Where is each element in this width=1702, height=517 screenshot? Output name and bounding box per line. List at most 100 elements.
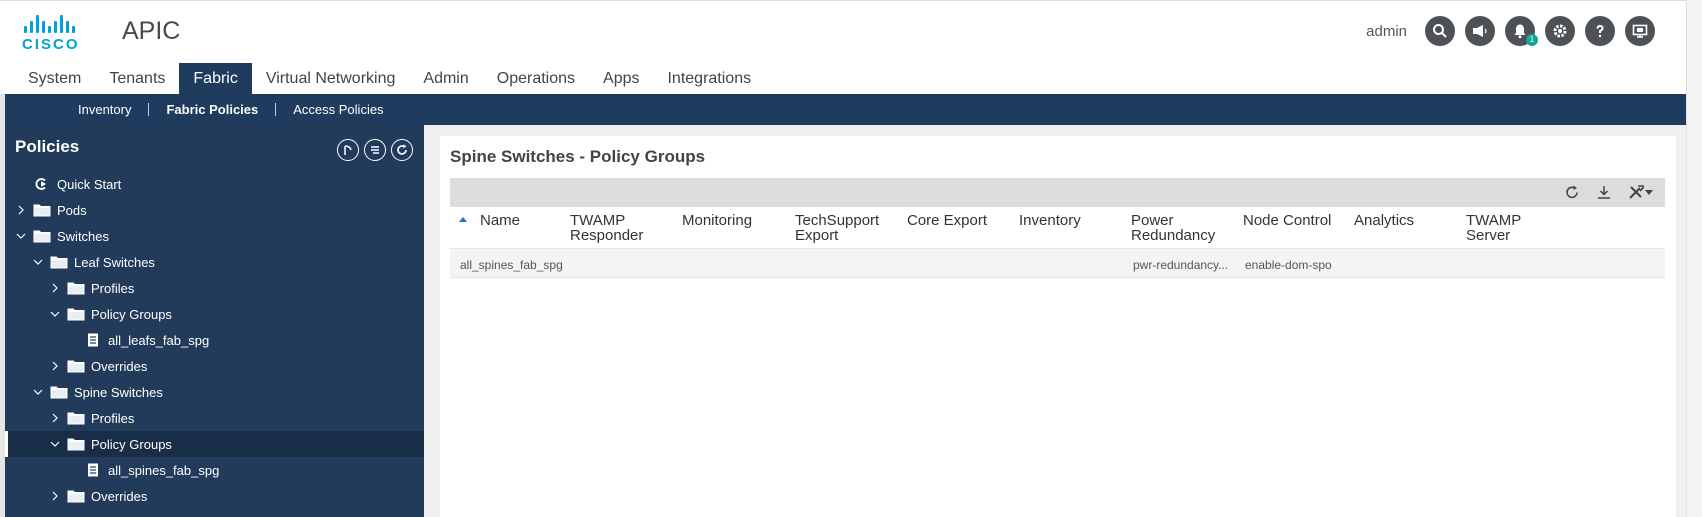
tree-item-all-spines-fab-spg[interactable]: all_spines_fab_spg bbox=[5, 457, 424, 483]
chevron-right-icon[interactable] bbox=[49, 490, 61, 502]
tree-item-switches[interactable]: Switches bbox=[5, 223, 424, 249]
tree-item-profiles[interactable]: Profiles bbox=[5, 275, 424, 301]
tab-apps[interactable]: Apps bbox=[589, 63, 653, 94]
alerts-button[interactable] bbox=[1465, 16, 1495, 46]
help-button[interactable] bbox=[1585, 16, 1615, 46]
sub-nav-fabric-policies[interactable]: Fabric Policies bbox=[158, 102, 266, 117]
tree-item-label: Overrides bbox=[91, 488, 148, 504]
tree-item-label: Policy Groups bbox=[91, 436, 172, 452]
column-header-analytics[interactable]: Analytics bbox=[1354, 213, 1414, 228]
refresh-table-button[interactable] bbox=[1563, 184, 1581, 200]
settings-button[interactable] bbox=[1545, 16, 1575, 46]
table-row[interactable]: all_spines_fab_spg pwr-redundancy... enabl… bbox=[450, 248, 1665, 278]
tab-operations[interactable]: Operations bbox=[483, 63, 589, 94]
navigation-tree: Quick Start Pods Switches Leaf Switches Prof… bbox=[5, 171, 424, 509]
tree-item-profiles[interactable]: Profiles bbox=[5, 405, 424, 431]
sub-nav: Inventory Fabric Policies Access Policies bbox=[5, 94, 1686, 125]
chevron-right-icon[interactable] bbox=[49, 360, 61, 372]
megaphone-icon bbox=[1473, 25, 1487, 37]
tools-menu-button[interactable] bbox=[1627, 184, 1655, 200]
sub-nav-separator bbox=[148, 103, 150, 116]
tree-item-label: Switches bbox=[57, 228, 110, 244]
window-right-edge bbox=[1686, 0, 1702, 517]
tree-item-label: Overrides bbox=[91, 358, 148, 374]
content-panel: Spine Switches - Policy Groups Name TWAMP… bbox=[440, 136, 1676, 517]
folder-icon bbox=[67, 281, 85, 295]
document-icon bbox=[84, 463, 102, 477]
chevron-down-icon[interactable] bbox=[32, 386, 44, 398]
tree-item-overrides[interactable]: Overrides bbox=[5, 353, 424, 379]
search-button[interactable] bbox=[1425, 16, 1455, 46]
chevron-down-icon[interactable] bbox=[15, 230, 27, 242]
folder-icon bbox=[67, 437, 85, 451]
content-title: Spine Switches - Policy Groups bbox=[450, 147, 706, 166]
download-icon bbox=[1598, 186, 1610, 199]
column-header-twamp-responder[interactable]: TWAMP Responder bbox=[570, 213, 643, 243]
tree-item-spine-switches[interactable]: Spine Switches bbox=[5, 379, 424, 405]
notification-badge: 1 bbox=[1526, 34, 1538, 46]
column-header-core-export[interactable]: Core Export bbox=[907, 213, 987, 228]
tree-item-label: Policy Groups bbox=[91, 306, 172, 322]
download-button[interactable] bbox=[1595, 184, 1613, 200]
gear-icon bbox=[1553, 24, 1567, 38]
tab-admin[interactable]: Admin bbox=[409, 63, 482, 94]
chevron-right-icon[interactable] bbox=[15, 204, 27, 216]
folder-icon bbox=[50, 385, 68, 399]
tree-item-quick-start[interactable]: Quick Start bbox=[5, 171, 424, 197]
tab-system[interactable]: System bbox=[14, 63, 95, 94]
column-header-node-control[interactable]: Node Control bbox=[1243, 213, 1331, 228]
screen-icon bbox=[1632, 24, 1648, 38]
quickstart-icon bbox=[33, 177, 51, 191]
tree-item-policy-groups[interactable]: Policy Groups bbox=[5, 301, 424, 327]
chevron-right-icon[interactable] bbox=[49, 282, 61, 294]
cisco-logo-bars bbox=[22, 13, 82, 33]
tab-integrations[interactable]: Integrations bbox=[653, 63, 765, 94]
user-name[interactable]: admin bbox=[1366, 23, 1407, 40]
chevron-down-icon[interactable] bbox=[32, 256, 44, 268]
tree-item-label: Pods bbox=[57, 202, 87, 218]
sub-nav-separator bbox=[275, 103, 277, 116]
folder-icon bbox=[33, 203, 51, 217]
tree-item-label: Profiles bbox=[91, 280, 135, 296]
chevron-down-icon[interactable] bbox=[49, 308, 61, 320]
folder-icon bbox=[67, 359, 85, 373]
column-header-inventory[interactable]: Inventory bbox=[1019, 213, 1081, 228]
notifications-button[interactable]: 1 bbox=[1505, 16, 1538, 46]
help-icon bbox=[1596, 24, 1604, 38]
folder-icon bbox=[50, 255, 68, 269]
refresh-tree-button[interactable] bbox=[391, 139, 413, 161]
table-toolbar bbox=[450, 178, 1665, 207]
column-header-power-redundancy[interactable]: Power Redundancy bbox=[1131, 213, 1215, 243]
tab-virtual-networking[interactable]: Virtual Networking bbox=[252, 63, 410, 94]
tree-item-overrides[interactable]: Overrides bbox=[5, 483, 424, 509]
display-button[interactable] bbox=[1625, 16, 1655, 46]
tree-view-tool-button[interactable] bbox=[364, 139, 386, 161]
tree-item-label: all_spines_fab_spg bbox=[108, 462, 220, 478]
column-header-name[interactable]: Name bbox=[480, 213, 520, 228]
chevron-down-icon[interactable] bbox=[49, 438, 61, 450]
cell-power-redundancy: pwr-redundancy... bbox=[1133, 258, 1229, 272]
header-actions: admin 1 bbox=[1366, 16, 1655, 46]
tree-item-policy-groups[interactable]: Policy Groups bbox=[5, 431, 424, 457]
tree-item-pods[interactable]: Pods bbox=[5, 197, 424, 223]
refresh-icon bbox=[1566, 185, 1578, 199]
quick-start-tool-button[interactable] bbox=[337, 139, 359, 161]
table-header: Name TWAMP Responder Monitoring TechSupport… bbox=[450, 207, 1665, 247]
tree-item-leaf-switches[interactable]: Leaf Switches bbox=[5, 249, 424, 275]
chevron-right-icon[interactable] bbox=[49, 412, 61, 424]
pin-icon bbox=[344, 145, 352, 155]
sidebar-title: Policies bbox=[15, 137, 80, 156]
column-header-techsupport-export[interactable]: TechSupport Export bbox=[795, 213, 879, 243]
tree-item-label: Profiles bbox=[91, 410, 135, 426]
column-header-twamp-server[interactable]: TWAMP Server bbox=[1466, 213, 1521, 243]
column-header-monitoring[interactable]: Monitoring bbox=[682, 213, 752, 228]
sidebar-tools bbox=[337, 139, 413, 161]
tab-tenants[interactable]: Tenants bbox=[95, 63, 179, 94]
cisco-logo[interactable]: CISCO bbox=[22, 13, 82, 53]
folder-icon bbox=[67, 489, 85, 503]
sub-nav-inventory[interactable]: Inventory bbox=[70, 102, 139, 117]
tab-fabric[interactable]: Fabric bbox=[179, 63, 252, 94]
tree-item-all-leafs-fab-spg[interactable]: all_leafs_fab_spg bbox=[5, 327, 424, 353]
sub-nav-access-policies[interactable]: Access Policies bbox=[285, 102, 391, 117]
